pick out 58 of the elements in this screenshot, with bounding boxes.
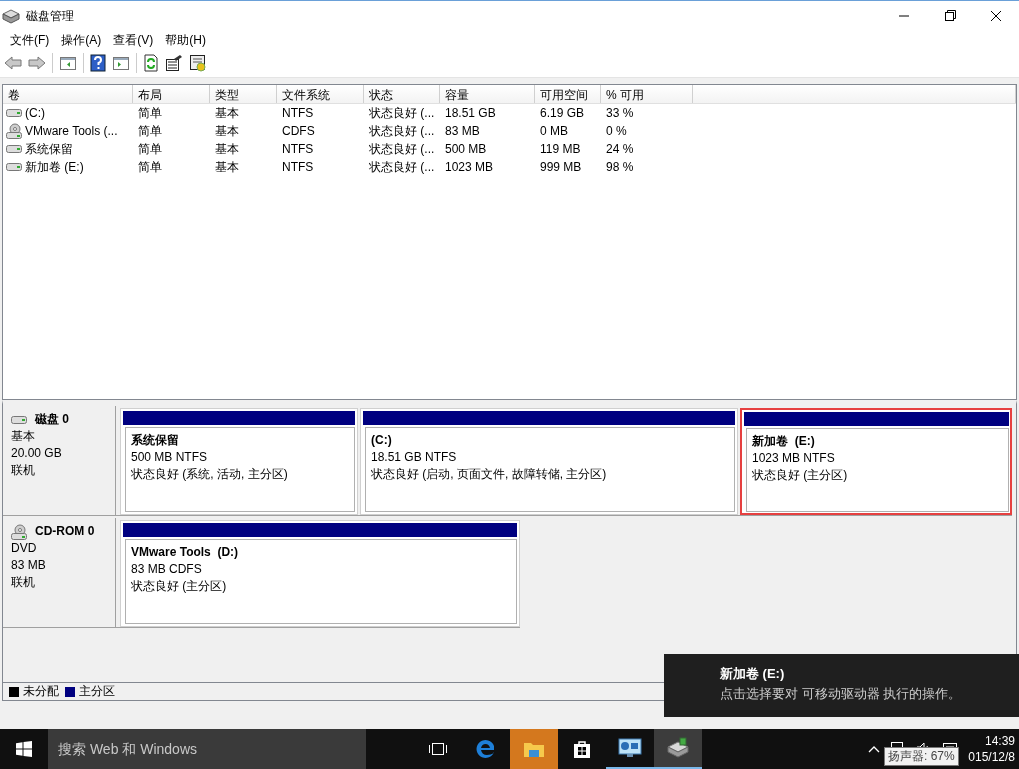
table-cell: 状态良好 (... [369,123,435,138]
table-cell: CDFS [282,124,315,138]
disk-name: 磁盘 0 [35,411,69,428]
disk-type: 基本 [11,428,35,445]
table-cell: 500 MB [445,142,487,156]
table-cell: NTFS [282,160,314,174]
partition-status: 状态良好 (启动, 页面文件, 故障转储, 主分区) [371,466,607,483]
table-cell: 33 % [606,106,634,120]
legend-label: 主分区 [79,683,115,700]
table-cell: 状态良好 (... [369,159,435,174]
volume-tooltip: 扬声器: 67% [884,747,959,766]
disk-size: 83 MB [11,557,46,574]
table-cell: 简单 [138,141,162,156]
disk-size: 20.00 GB [11,445,62,462]
partition-label: (C:) [371,432,392,449]
table-cell: 1023 MB [445,160,494,174]
table-cell: 999 MB [540,160,582,174]
partition-label: 新加卷 (E:) [752,433,815,450]
table-cell: 98 % [606,160,634,174]
table-cell: 状态良好 (... [369,105,435,120]
partition-size: 83 MB CDFS [131,561,202,578]
partition-label: VMware Tools (D:) [131,544,239,561]
table-cell: 18.51 GB [445,106,496,120]
table-cell: 系统保留 [25,140,73,158]
notification-message: 点击选择要对 可移动驱动器 执行的操作。 [720,685,962,703]
notification-title: 新加卷 (E:) [720,665,785,683]
disk-status: 联机 [11,574,35,591]
table-cell: 基本 [215,159,239,174]
table-cell: 新加卷 (E:) [25,158,84,176]
legend-label: 未分配 [23,683,59,700]
table-cell: 基本 [215,123,239,138]
disk-type: DVD [11,540,37,557]
disk-name: CD-ROM 0 [35,523,95,540]
window-title: 磁盘管理 [26,7,74,25]
table-cell: 简单 [138,159,162,174]
partition-status: 状态良好 (系统, 活动, 主分区) [131,466,288,483]
table-cell: NTFS [282,106,314,120]
partition-size: 1023 MB NTFS [752,450,835,467]
table-cell: 24 % [606,142,634,156]
disk-status: 联机 [11,462,35,479]
table-cell: 状态良好 (... [369,141,435,156]
table-cell: 0 MB [540,124,568,138]
partition-label: 系统保留 [131,432,179,449]
partition-size: 500 MB NTFS [131,449,208,466]
table-cell: 119 MB [540,142,581,156]
table-cell: 83 MB [445,124,480,138]
partition-size: 18.51 GB NTFS [371,449,457,466]
table-cell: 0 % [606,124,627,138]
table-cell: 简单 [138,123,162,138]
table-cell: 6.19 GB [540,106,585,120]
table-cell: NTFS [282,142,314,156]
table-cell: 简单 [138,105,162,120]
partition-status: 状态良好 (主分区) [752,467,848,484]
table-cell: VMware Tools (... [25,124,118,138]
partition-status: 状态良好 (主分区) [131,578,227,595]
table-cell: 基本 [215,105,239,120]
table-cell: 基本 [215,141,239,156]
table-cell: (C:) [25,106,45,120]
